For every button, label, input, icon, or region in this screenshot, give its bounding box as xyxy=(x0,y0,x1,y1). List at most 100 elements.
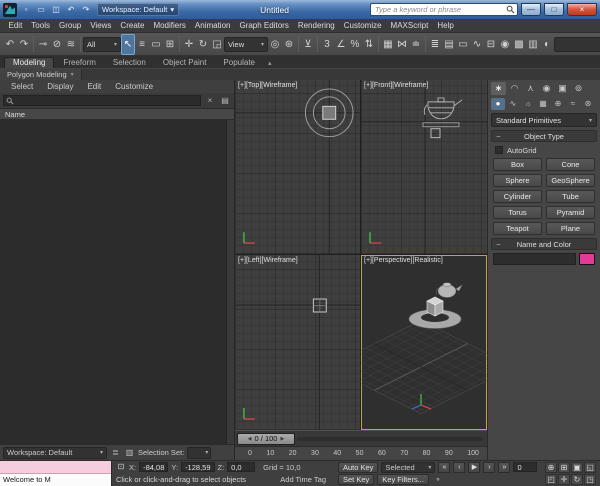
explorer-name-header[interactable]: Name xyxy=(0,108,234,120)
menu-customize[interactable]: Customize xyxy=(339,21,386,30)
schematic-view-icon[interactable]: ⊟ xyxy=(484,34,498,55)
selection-lock-icon[interactable]: ⊡ xyxy=(116,462,126,472)
box-button[interactable]: Box xyxy=(493,158,542,171)
next-frame-icon[interactable]: ▶ xyxy=(280,436,284,442)
previous-frame-button[interactable]: ‹ xyxy=(453,461,466,473)
listener-line[interactable]: Welcome to M xyxy=(0,473,111,486)
viewport-front[interactable]: [+][Front][Wireframe] xyxy=(361,80,487,254)
menu-views[interactable]: Views xyxy=(86,21,116,30)
selected-dropdown[interactable]: Selected ▾ xyxy=(381,461,436,473)
clear-search-icon[interactable]: × xyxy=(204,96,216,105)
cone-button[interactable]: Cone xyxy=(546,158,595,171)
macro-recorder-line[interactable] xyxy=(0,461,111,474)
torus-button[interactable]: Torus xyxy=(493,206,542,219)
use-pivot-center-icon[interactable]: ◎ xyxy=(268,34,282,55)
percent-snap-icon[interactable]: % xyxy=(348,34,362,55)
select-and-move-icon[interactable]: ✛ xyxy=(182,34,196,55)
ribbon-minimize-icon[interactable]: ▴ xyxy=(268,59,272,68)
explorer-search-input[interactable] xyxy=(16,95,198,106)
box-object[interactable] xyxy=(426,296,444,317)
explorer-menu-select[interactable]: Select xyxy=(4,82,40,91)
redo-icon[interactable]: ↷ xyxy=(17,34,31,55)
teapot-button[interactable]: Teapot xyxy=(493,222,542,235)
time-slider-handle[interactable]: ◀ 0 / 100 ▶ xyxy=(237,432,295,445)
column-chooser-icon[interactable]: ▤ xyxy=(219,96,231,105)
select-and-scale-icon[interactable]: ◲ xyxy=(210,34,224,55)
material-editor-icon[interactable]: ◉ xyxy=(498,34,512,55)
box-leftview[interactable] xyxy=(312,298,327,313)
shapes-category-icon[interactable]: ∿ xyxy=(506,98,520,110)
teapot-object[interactable] xyxy=(436,282,463,298)
box-topview[interactable] xyxy=(322,105,337,120)
render-production-icon[interactable]: ◐ xyxy=(540,34,554,55)
scene-explorer-toggle-icon[interactable]: ≣ xyxy=(428,34,442,55)
time-slider-track[interactable] xyxy=(297,436,483,441)
set-key-button[interactable]: Set Key xyxy=(338,474,375,486)
undo-icon[interactable]: ↶ xyxy=(3,34,17,55)
play-button[interactable]: ▶ xyxy=(468,461,481,473)
zoom-extents-icon[interactable]: ▣ xyxy=(571,461,583,473)
reference-coordinate-dropdown[interactable]: View ▾ xyxy=(224,36,268,52)
zoom-region-icon[interactable]: ◰ xyxy=(545,474,557,486)
menu-maxscript[interactable]: MAXScript xyxy=(386,21,433,30)
go-to-start-button[interactable]: « xyxy=(438,461,451,473)
unlink-selection-icon[interactable]: ⊘ xyxy=(50,34,64,55)
menu-create[interactable]: Create xyxy=(116,21,149,30)
zoom-extents-all-icon[interactable]: ◱ xyxy=(584,461,596,473)
mirror-icon[interactable]: ⋈ xyxy=(395,34,409,55)
select-and-manipulate-icon[interactable]: ⊛ xyxy=(282,34,296,55)
viewport-top-label[interactable]: [+][Top][Wireframe] xyxy=(238,82,297,89)
z-coordinate-field[interactable]: 0,0 xyxy=(227,462,256,473)
helpers-category-icon[interactable]: ⊕ xyxy=(551,98,565,110)
orbit-icon[interactable]: ↻ xyxy=(571,474,583,486)
spinner-snap-icon[interactable]: ⇅ xyxy=(362,34,376,55)
zoom-icon[interactable]: ⊕ xyxy=(545,461,557,473)
menu-rendering[interactable]: Rendering xyxy=(293,21,339,30)
menu-animation[interactable]: Animation xyxy=(190,21,235,30)
box-frontview[interactable] xyxy=(430,128,441,139)
x-coordinate-field[interactable]: -84,08 xyxy=(139,462,169,473)
named-selection-dropdown[interactable]: ▾ xyxy=(554,36,600,52)
scene-explorer-icon[interactable]: ≣ xyxy=(110,448,121,457)
layer-manager-icon[interactable]: ▤ xyxy=(442,34,456,55)
curve-editor-icon[interactable]: ∿ xyxy=(470,34,484,55)
ribbon-toggle-icon[interactable]: ▭ xyxy=(456,34,470,55)
cameras-category-icon[interactable]: ▦ xyxy=(536,98,550,110)
explorer-scrollbar[interactable] xyxy=(226,120,234,444)
tab-object-paint[interactable]: Object Paint xyxy=(155,58,215,68)
plane-button[interactable]: Plane xyxy=(546,222,595,235)
geometry-category-icon[interactable]: ● xyxy=(491,98,505,110)
tab-selection[interactable]: Selection xyxy=(105,58,154,68)
minimize-button[interactable]: — xyxy=(521,3,541,16)
edit-named-sets-icon[interactable]: ▦ xyxy=(381,34,395,55)
search-icon[interactable] xyxy=(506,5,515,14)
selection-filter-dropdown[interactable]: All ▾ xyxy=(83,36,121,52)
go-to-end-button[interactable]: » xyxy=(498,461,511,473)
app-logo-icon[interactable] xyxy=(3,2,17,17)
track-bar[interactable]: 0 10 20 30 40 50 60 70 80 90 100 xyxy=(235,446,487,460)
maximize-button[interactable]: □ xyxy=(544,3,564,16)
polygon-modeling-panel[interactable]: Polygon Modeling ▾ xyxy=(0,68,82,81)
object-type-rollout[interactable]: − Object Type xyxy=(491,130,597,142)
motion-tab-icon[interactable]: ◉ xyxy=(539,82,554,95)
selection-region-icon[interactable]: ▭ xyxy=(149,34,163,55)
next-frame-button[interactable]: › xyxy=(483,461,496,473)
hierarchy-tab-icon[interactable]: ⋏ xyxy=(523,82,538,95)
render-setup-icon[interactable]: ▩ xyxy=(512,34,526,55)
rendered-frame-window-icon[interactable]: ▥ xyxy=(526,34,540,55)
time-slider[interactable]: ◀ 0 / 100 ▶ xyxy=(235,430,487,446)
cylinder-button[interactable]: Cylinder xyxy=(493,190,542,203)
key-mode-icon[interactable]: ∘ xyxy=(432,475,444,484)
menu-help[interactable]: Help xyxy=(433,21,458,30)
add-time-tag[interactable]: Add Time Tag xyxy=(280,475,330,484)
name-and-color-rollout[interactable]: − Name and Color xyxy=(491,238,597,250)
workspace-selector[interactable]: Workspace: Default ▾ xyxy=(97,3,180,16)
previous-frame-icon[interactable]: ◀ xyxy=(248,436,252,442)
display-toggle-icon[interactable]: ▥ xyxy=(124,448,135,457)
y-coordinate-field[interactable]: -128,59 xyxy=(181,462,215,473)
save-file-icon[interactable]: ◫ xyxy=(50,3,62,17)
viewport-front-label[interactable]: [+][Front][Wireframe] xyxy=(364,82,428,89)
spacewarps-category-icon[interactable]: ≈ xyxy=(566,98,580,110)
lights-category-icon[interactable]: ☼ xyxy=(521,98,535,110)
primitives-dropdown[interactable]: Standard Primitives ▾ xyxy=(491,113,597,127)
